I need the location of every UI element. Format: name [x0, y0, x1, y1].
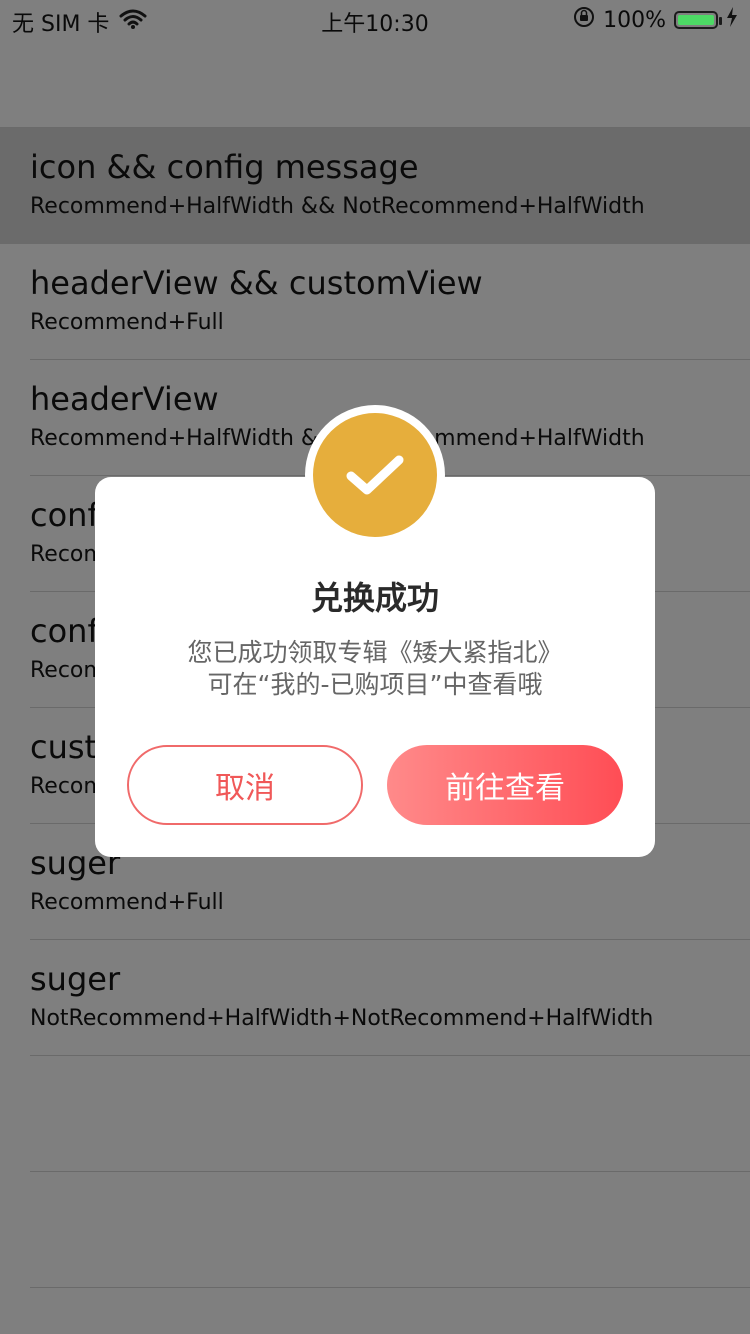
table-row[interactable]: icon && config message Recommend+HalfWid…: [0, 128, 750, 244]
orientation-lock-icon: [573, 6, 595, 34]
row-subtitle: Recom: [30, 774, 105, 799]
dialog-title: 兑换成功: [310, 579, 439, 617]
checkmark-icon: [313, 413, 437, 537]
battery-fill: [678, 15, 714, 25]
dialog-message-line: 您已成功领取专辑《矮大紧指北》: [187, 638, 563, 667]
row-separator: [30, 1287, 750, 1288]
battery-icon: [674, 11, 722, 29]
status-right: 100%: [573, 6, 738, 34]
table-row[interactable]: headerView && customView Recommend+Full: [0, 244, 750, 360]
row-subtitle: Recommend+Full: [30, 310, 224, 335]
row-title: headerView: [30, 380, 219, 418]
row-subtitle: Recommend+HalfWidth && NotRecommend+Half…: [30, 194, 645, 219]
table-row[interactable]: suger NotRecommend+HalfWidth+NotRecommen…: [0, 940, 750, 1056]
dialog-message: 您已成功领取专辑《矮大紧指北》 可在“我的-已购项目”中查看哦: [115, 637, 635, 701]
row-title: headerView && customView: [30, 264, 483, 302]
battery-cap: [719, 17, 722, 25]
view-now-button[interactable]: 前往查看: [387, 745, 623, 825]
row-subtitle: NotRecommend+HalfWidth+NotRecommend+Half…: [30, 1006, 654, 1031]
row-title: cust: [30, 728, 98, 766]
table-row[interactable]: [0, 1172, 750, 1288]
row-title: icon && config message: [30, 148, 419, 186]
row-title: suger: [30, 960, 121, 998]
charging-icon: [726, 7, 738, 33]
dialog-message-line: 可在“我的-已购项目”中查看哦: [207, 670, 543, 699]
row-subtitle: Recom: [30, 542, 105, 567]
table-row[interactable]: [0, 1056, 750, 1172]
cancel-button[interactable]: 取消: [127, 745, 363, 825]
navigation-bar: [0, 40, 750, 128]
row-title: conf: [30, 612, 99, 650]
row-subtitle: Recom: [30, 658, 105, 683]
battery-percent: 100%: [603, 7, 666, 33]
row-subtitle: Recommend+Full: [30, 890, 224, 915]
status-bar: 无 SIM 卡 上午10:30 100%: [0, 0, 750, 40]
row-title: conf: [30, 496, 99, 534]
success-badge: [305, 405, 445, 545]
